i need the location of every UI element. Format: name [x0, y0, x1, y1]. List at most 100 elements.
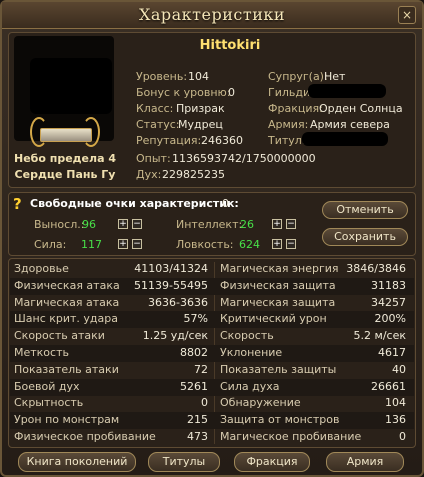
attribute-value: 57%	[183, 312, 208, 326]
level-bonus-value: 0	[228, 86, 235, 99]
strength-plus-button[interactable]: +	[118, 239, 128, 249]
reputation-value: 246360	[201, 134, 243, 147]
intellect-value: 26	[240, 218, 254, 231]
cultivation-rank: Небо предела 4	[14, 152, 116, 165]
attribute-name: Шанс крит. удара	[14, 312, 118, 326]
cultivation-path: Сердце Пань Гу	[14, 168, 116, 181]
level-label: Уровень:	[136, 70, 188, 83]
strength-minus-button[interactable]: −	[132, 239, 142, 249]
army-button[interactable]: Армия	[326, 452, 404, 472]
level-bonus-label: Бонус к уровню:	[136, 86, 231, 99]
attribute-row: Физическая атака 51139-55495 Физическая за…	[10, 277, 414, 295]
attribute-value: 51139-55495	[134, 278, 208, 292]
attribute-value: 0	[399, 430, 406, 443]
stamina-minus-button[interactable]: −	[132, 219, 142, 229]
spouse-label: Супруг(а):	[268, 70, 328, 83]
free-points-label: Свободные очки характеристик:	[30, 197, 239, 210]
army-value: Армия севера	[310, 118, 390, 131]
agility-value: 624	[239, 238, 260, 251]
class-value: Призрак	[176, 102, 225, 115]
attribute-name: Обнаружение	[220, 396, 301, 410]
question-icon[interactable]: ?	[13, 195, 22, 213]
class-label: Класс:	[136, 102, 174, 115]
attribute-value: 4617	[378, 346, 406, 359]
agility-plus-button[interactable]: +	[272, 239, 282, 249]
exp-value: 1136593742/1750000000	[172, 152, 316, 165]
attribute-name: Боевой дух	[14, 379, 80, 393]
attribute-row: Показатель атаки 72 Показатель защиты 40	[10, 362, 414, 379]
attribute-value: 200%	[374, 312, 406, 326]
attribute-name: Сила духа	[220, 379, 280, 393]
titles-button[interactable]: Титулы	[148, 452, 220, 472]
attribute-name: Показатель атаки	[14, 362, 119, 376]
attribute-value: 1.25 уд/сек	[142, 329, 208, 343]
save-button[interactable]: Сохранить	[322, 228, 408, 246]
free-points-value: 0	[222, 197, 229, 210]
attribute-name: Урон по монстрам	[14, 413, 120, 427]
title-label: Титул:	[268, 134, 306, 147]
window-title: Характеристики	[138, 5, 286, 24]
attribute-value: 8802	[180, 346, 208, 359]
attribute-name: Скорость	[220, 329, 274, 343]
strength-value: 117	[81, 238, 102, 251]
redacted-guild	[308, 84, 386, 98]
attribute-name: Критический урон	[220, 312, 327, 326]
spouse-value: Нет	[324, 70, 346, 83]
faction-button[interactable]: Фракция	[234, 452, 310, 472]
attribute-value: 104	[385, 396, 406, 410]
agility-minus-button[interactable]: −	[286, 239, 296, 249]
faction-label: Фракция:	[268, 102, 323, 115]
redacted-title	[302, 132, 388, 146]
attribute-name: Скрытность	[14, 396, 84, 410]
attribute-value: 3846/3846	[346, 262, 406, 275]
attribute-name: Меткость	[14, 346, 69, 359]
army-label: Армия:	[268, 118, 309, 131]
attribute-value: 5.2 м/сек	[353, 329, 406, 343]
attribute-value: 215	[187, 413, 208, 427]
level-value: 104	[188, 70, 209, 83]
attribute-row: Магическая атака 3636-3636 Магическая защи…	[10, 295, 414, 312]
intellect-minus-button[interactable]: −	[286, 219, 296, 229]
status-label: Статус:	[136, 118, 180, 131]
spirit-label: Дух:	[136, 168, 162, 181]
spirit-value: 229825235	[162, 168, 225, 181]
attribute-name: Физическая атака	[14, 278, 120, 292]
exp-label: Опыт:	[136, 152, 171, 165]
attribute-value: 3636-3636	[148, 295, 208, 309]
attribute-value: 41103/41324	[134, 262, 208, 275]
attribute-row: Урон по монстрам 215 Защита от монстров 136	[10, 412, 414, 430]
attribute-value: 40	[392, 362, 406, 376]
faction-value: Орден Солнца	[319, 102, 403, 115]
rank-emblem-icon	[30, 117, 100, 147]
attribute-row: Шанс крит. удара 57% Критический урон 200%	[10, 311, 414, 329]
cancel-button[interactable]: Отменить	[322, 201, 408, 219]
character-name: Hittokiri	[199, 38, 261, 53]
close-button[interactable]: ×	[398, 6, 416, 24]
intellect-plus-button[interactable]: +	[272, 219, 282, 229]
attribute-row: Меткость 8802 Уклонение 4617	[10, 345, 414, 362]
attribute-value: 0	[201, 396, 208, 410]
attribute-name: Здоровье	[14, 262, 69, 275]
attribute-name: Скорость атаки	[14, 329, 105, 343]
attribute-row: Здоровье 41103/41324 Магическая энергия 384…	[10, 261, 414, 278]
attribute-name: Магическая атака	[14, 295, 120, 309]
generations-book-button[interactable]: Книга поколений	[18, 452, 136, 472]
attribute-value: 473	[187, 430, 208, 443]
status-value: Мудрец	[178, 118, 223, 131]
stamina-plus-button[interactable]: +	[118, 219, 128, 229]
redacted-portrait	[30, 58, 112, 114]
attribute-value: 72	[194, 362, 208, 376]
attribute-row: Скорость атаки 1.25 уд/сек Скорость 5.2 м/с…	[10, 328, 414, 345]
attribute-value: 26661	[371, 379, 406, 393]
strength-label: Сила:	[34, 238, 67, 251]
attribute-row: Боевой дух 5261 Сила духа 26661	[10, 378, 414, 396]
attribute-value: 34257	[371, 295, 406, 309]
attribute-name: Уклонение	[220, 346, 283, 359]
attribute-value: 31183	[371, 278, 406, 292]
stamina-value: 96	[82, 218, 96, 231]
attribute-value: 5261	[180, 379, 208, 393]
attribute-value: 136	[385, 413, 406, 427]
reputation-label: Репутация:	[136, 134, 202, 147]
attribute-row: Физическое пробивание 473 Магическое проби…	[10, 429, 414, 446]
title-bar[interactable]: Характеристики ×	[2, 2, 422, 29]
